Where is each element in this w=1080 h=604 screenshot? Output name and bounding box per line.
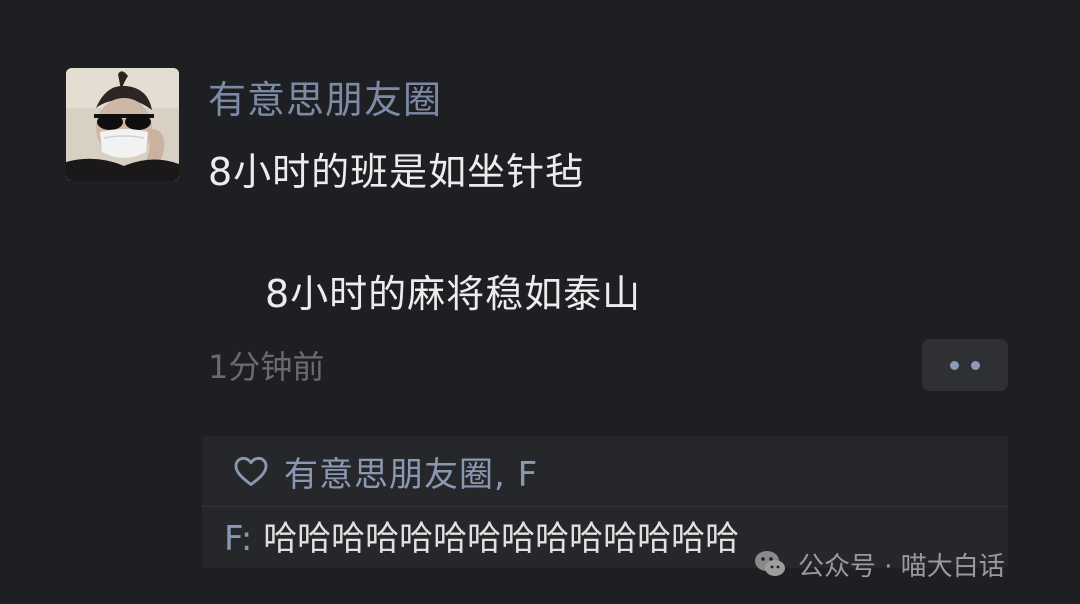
likes-row: 有意思朋友圈, F <box>202 436 1008 507</box>
wechat-official-icon <box>752 546 788 582</box>
post-text-line-2: 8小时的麻将稳如泰山 <box>265 272 642 316</box>
watermark: 公众号 · 喵大白话 <box>752 542 1005 586</box>
likes-list[interactable]: 有意思朋友圈, F <box>284 447 538 496</box>
post-text-line-1: 8小时的班是如坐针毡 <box>208 150 585 194</box>
heart-outline-icon <box>232 452 270 490</box>
more-dots-icon <box>950 360 959 370</box>
comment-item[interactable]: F: 哈哈哈哈哈哈哈哈哈哈哈哈哈哈 <box>224 516 739 562</box>
more-dots-icon <box>971 360 980 370</box>
more-actions-button[interactable] <box>922 339 1008 391</box>
comment-author[interactable]: F: <box>224 519 263 559</box>
avatar-image <box>66 68 179 181</box>
post-username[interactable]: 有意思朋友圈 <box>208 74 442 126</box>
watermark-text: 公众号 · 喵大白话 <box>798 551 1005 582</box>
avatar[interactable] <box>66 68 179 181</box>
post-timestamp: 1分钟前 <box>208 348 325 386</box>
comment-text: 哈哈哈哈哈哈哈哈哈哈哈哈哈哈 <box>263 519 740 559</box>
